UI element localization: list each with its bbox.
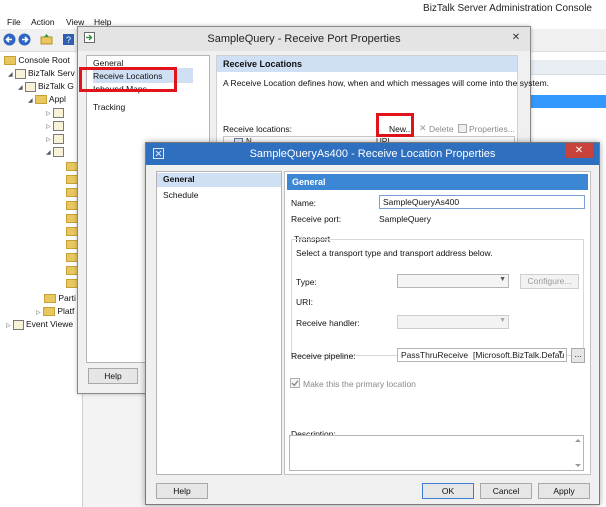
expand-triangle-icon[interactable]: ◢ bbox=[18, 84, 25, 91]
menu-action[interactable]: Action bbox=[31, 17, 55, 27]
tree-item-child-4[interactable]: ◢ bbox=[46, 146, 66, 157]
tree-item-applications[interactable]: ◢ Appl bbox=[28, 94, 66, 105]
svg-text:?: ? bbox=[66, 35, 71, 45]
help-icon[interactable]: ? bbox=[62, 33, 75, 46]
primary-location-label: Make this the primary location bbox=[303, 379, 416, 389]
receive-handler-label: Receive handler: bbox=[296, 318, 360, 328]
receive-locations-label: Receive locations: bbox=[223, 124, 292, 134]
receive-location-nav: General Schedule bbox=[156, 171, 282, 475]
delete-button[interactable]: Delete bbox=[429, 124, 454, 134]
receive-pipeline-assembly: [Microsoft.BizTalk.Defau bbox=[473, 350, 565, 360]
nav-item-tracking[interactable]: Tracking bbox=[93, 102, 125, 112]
type-dropdown[interactable]: ▼ bbox=[397, 274, 509, 288]
folder-icon bbox=[4, 56, 16, 66]
nav-item-general[interactable]: General bbox=[163, 174, 195, 184]
primary-location-checkbox[interactable] bbox=[290, 378, 300, 388]
name-field[interactable]: SampleQueryAs400 bbox=[379, 195, 585, 209]
tree-item-biztalk-server[interactable]: ◢ BizTalk Serv bbox=[8, 68, 75, 79]
delete-icon: ✕ bbox=[419, 123, 427, 133]
tree-item-platform[interactable]: ▷ Platf bbox=[36, 306, 74, 317]
tree-item-console-root[interactable]: Console Root bbox=[4, 55, 70, 66]
properties-icon bbox=[458, 124, 467, 133]
chevron-down-icon: ▼ bbox=[557, 350, 564, 357]
application-icon bbox=[53, 133, 64, 144]
forward-arrow-icon[interactable] bbox=[18, 33, 31, 46]
expand-triangle-icon[interactable]: ▷ bbox=[36, 309, 43, 316]
chevron-down-icon: ▼ bbox=[499, 276, 506, 283]
description-field[interactable] bbox=[289, 435, 584, 471]
folder-icon bbox=[44, 294, 56, 304]
section-header: General bbox=[287, 174, 588, 190]
tree-item-child-3[interactable]: ▷ bbox=[46, 133, 66, 144]
application-icon bbox=[53, 120, 64, 131]
results-header bbox=[520, 60, 606, 75]
general-page: General Name: SampleQueryAs400 Receive p… bbox=[284, 171, 591, 475]
expand-triangle-icon[interactable]: ▷ bbox=[46, 136, 53, 143]
tree-item-child-2[interactable]: ▷ bbox=[46, 120, 66, 131]
section-description: A Receive Location defines how, when and… bbox=[223, 78, 550, 88]
application-icon bbox=[53, 107, 64, 118]
section-header: Receive Locations bbox=[217, 56, 517, 72]
type-label: Type: bbox=[296, 277, 317, 287]
group-icon bbox=[25, 81, 36, 92]
help-button[interactable]: Help bbox=[88, 368, 138, 384]
close-icon[interactable]: ✕ bbox=[508, 31, 524, 45]
expand-triangle-icon[interactable]: ▷ bbox=[46, 123, 53, 130]
nav-item-schedule[interactable]: Schedule bbox=[163, 190, 198, 200]
expand-triangle-icon[interactable]: ◢ bbox=[28, 97, 35, 104]
help-button[interactable]: Help bbox=[156, 483, 208, 499]
receive-handler-dropdown[interactable]: ▼ bbox=[397, 315, 509, 329]
receive-location-title: SampleQueryAs400 - Receive Location Prop… bbox=[249, 148, 496, 160]
section-header-label: Receive Locations bbox=[223, 59, 303, 69]
chevron-down-icon: ▼ bbox=[499, 317, 506, 324]
selected-result-row[interactable] bbox=[520, 95, 606, 108]
section-header-label: General bbox=[292, 177, 326, 187]
expand-triangle-icon[interactable]: ▷ bbox=[46, 110, 53, 117]
receive-pipeline-value: PassThruReceive bbox=[401, 350, 469, 360]
folder-icon bbox=[43, 307, 55, 317]
application-icon bbox=[53, 146, 64, 157]
up-folder-icon[interactable] bbox=[40, 33, 53, 46]
red-highlight-new-button bbox=[376, 113, 414, 137]
receive-port-title: SampleQuery - Receive Port Properties bbox=[207, 33, 401, 45]
receive-port-titlebar: SampleQuery - Receive Port Properties ✕ bbox=[78, 27, 530, 51]
folder-icon bbox=[35, 95, 47, 105]
description-scrollbar[interactable] bbox=[574, 437, 582, 469]
tree-item-biztalk-group[interactable]: ◢ BizTalk G bbox=[18, 81, 74, 92]
menu-file[interactable]: File bbox=[7, 17, 21, 27]
expand-triangle-icon[interactable]: ◢ bbox=[8, 71, 15, 78]
receive-port-value: SampleQuery bbox=[379, 214, 431, 224]
expand-triangle-icon[interactable]: ◢ bbox=[46, 149, 53, 156]
receive-pipeline-dropdown[interactable]: PassThruReceive [Microsoft.BizTalk.Defau… bbox=[397, 348, 567, 362]
red-highlight-receive-locations bbox=[79, 67, 177, 92]
ok-button[interactable]: OK bbox=[422, 483, 474, 499]
tree-item-child-1[interactable]: ▷ bbox=[46, 107, 66, 118]
console-titlebar: BizTalk Server Administration Console bbox=[0, 0, 606, 16]
expand-triangle-icon[interactable]: ▷ bbox=[6, 322, 13, 329]
close-icon[interactable]: ✕ bbox=[565, 143, 593, 158]
apply-button[interactable]: Apply bbox=[538, 483, 590, 499]
properties-button[interactable]: Properties... bbox=[469, 124, 515, 134]
receive-location-titlebar: SampleQueryAs400 - Receive Location Prop… bbox=[146, 143, 599, 165]
configure-button[interactable]: Configure... bbox=[520, 274, 579, 289]
tree-item-parties[interactable]: Parti bbox=[44, 293, 76, 304]
receive-port-label: Receive port: bbox=[291, 214, 342, 224]
tree-item-event-viewer[interactable]: ▷ Event Viewe bbox=[6, 319, 73, 330]
back-arrow-icon[interactable] bbox=[3, 33, 16, 46]
cancel-button[interactable]: Cancel bbox=[480, 483, 532, 499]
console-title: BizTalk Server Administration Console bbox=[423, 3, 592, 14]
server-icon bbox=[15, 68, 26, 79]
name-label: Name: bbox=[291, 198, 317, 208]
console-tree: Console Root ◢ BizTalk Serv ◢ BizTalk G ◢ … bbox=[0, 52, 83, 507]
uri-label: URI: bbox=[296, 297, 313, 307]
event-viewer-icon bbox=[13, 319, 24, 330]
pipeline-config-button[interactable]: ... bbox=[571, 348, 585, 363]
receive-location-properties-dialog: SampleQueryAs400 - Receive Location Prop… bbox=[145, 142, 600, 505]
transport-instructions: Select a transport type and transport ad… bbox=[296, 248, 493, 258]
receive-pipeline-label: Receive pipeline: bbox=[291, 351, 356, 361]
